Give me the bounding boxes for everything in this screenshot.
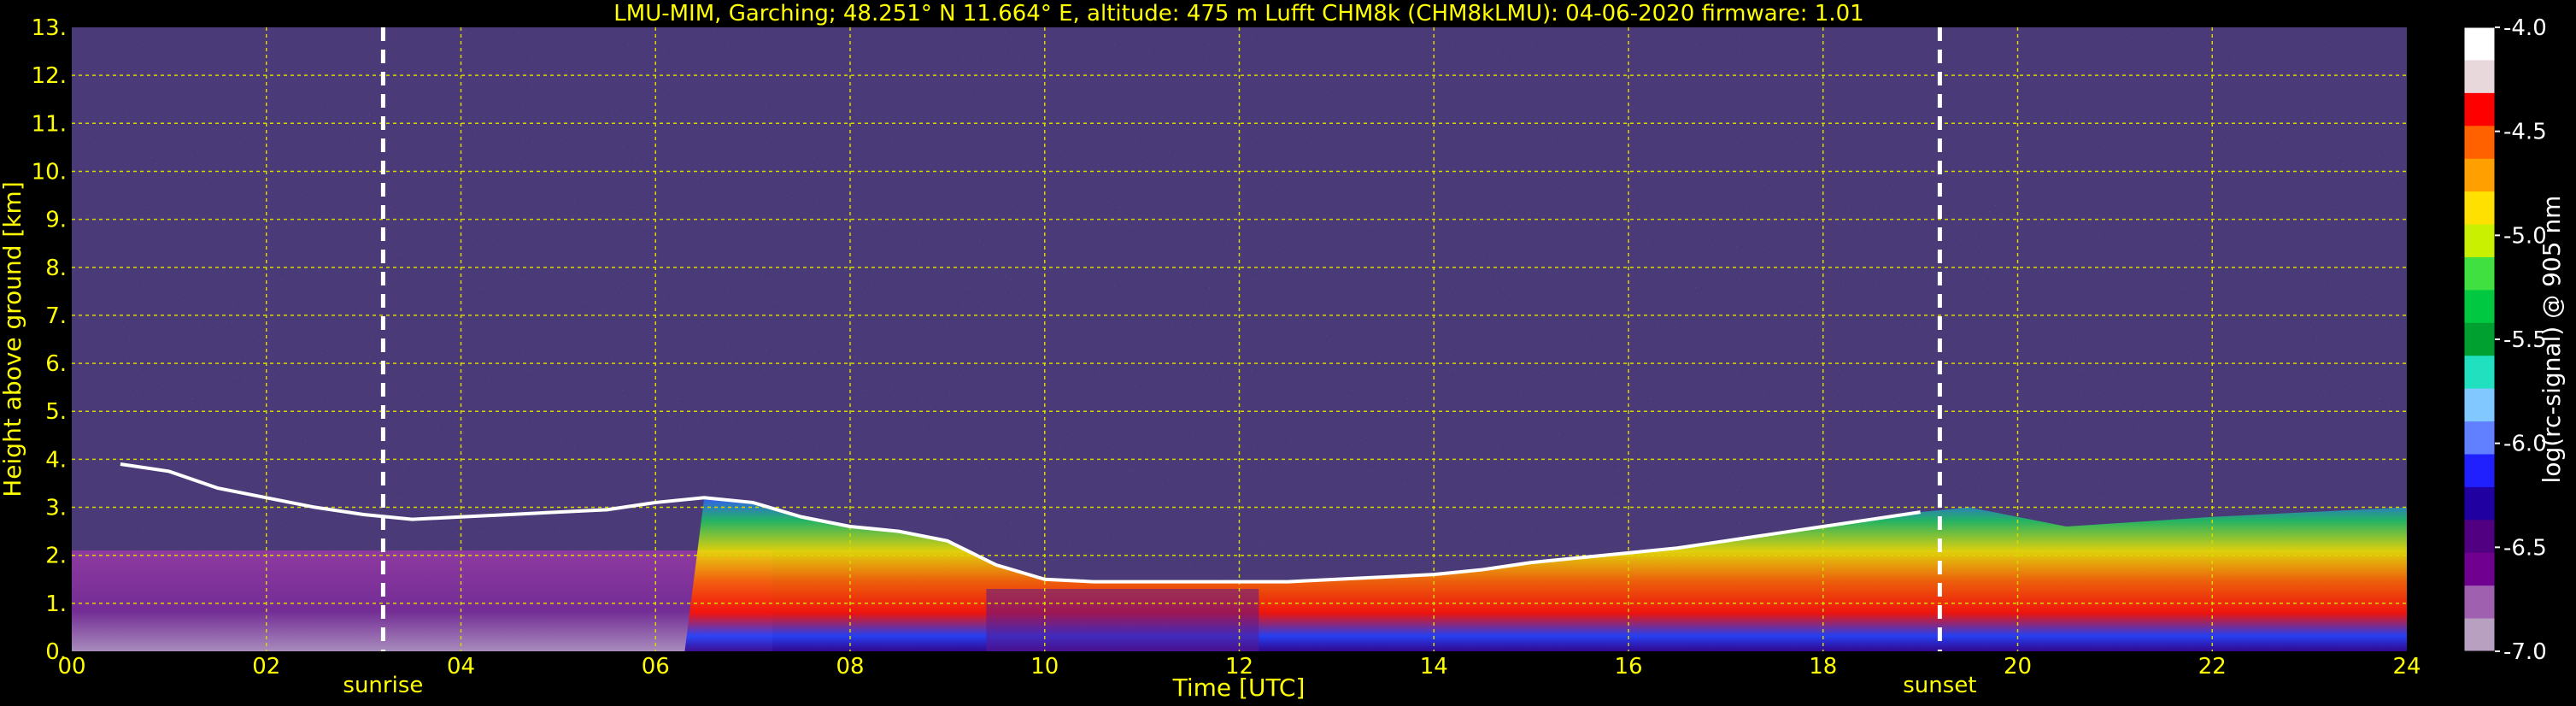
colorbar-tick-label: -6.5 bbox=[2503, 535, 2547, 561]
boundary-layer-fill bbox=[72, 550, 772, 651]
colorbar bbox=[2463, 26, 2496, 652]
chart-title: LMU-MIM, Garching; 48.251° N 11.664° E, … bbox=[613, 1, 1863, 26]
x-tick-label: 22 bbox=[2198, 654, 2227, 680]
x-tick-label: 10 bbox=[1030, 654, 1059, 680]
sunrise-label: sunrise bbox=[343, 673, 423, 698]
colorbar-swatch bbox=[2464, 421, 2495, 455]
y-tick-label: 1. bbox=[45, 591, 67, 617]
ceilometer-chart: LMU-MIM, Garching; 48.251° N 11.664° E, … bbox=[0, 1, 2566, 702]
colorbar-swatch bbox=[2464, 158, 2495, 192]
x-tick-label: 12 bbox=[1225, 654, 1253, 680]
y-tick-label: 12. bbox=[32, 63, 67, 89]
colorbar-tick-label: -4.0 bbox=[2503, 15, 2547, 41]
y-tick-label: 7. bbox=[45, 303, 67, 329]
y-axis-label: Height above ground [km] bbox=[0, 181, 26, 497]
y-tick-label: 9. bbox=[45, 208, 67, 233]
colorbar-swatch bbox=[2464, 454, 2495, 488]
colorbar-label: log(rc-signal) @ 905 nm bbox=[2538, 196, 2566, 484]
x-tick-label: 18 bbox=[1809, 654, 1837, 680]
y-tick-label: 0. bbox=[45, 639, 67, 665]
colorbar-swatch bbox=[2464, 520, 2495, 554]
x-tick-label: 24 bbox=[2392, 654, 2421, 680]
colorbar-swatch bbox=[2464, 322, 2495, 356]
colorbar-swatch bbox=[2464, 388, 2495, 422]
y-tick-label: 10. bbox=[32, 159, 67, 185]
x-tick-label: 20 bbox=[2004, 654, 2032, 680]
colorbar-tick-label: -4.5 bbox=[2503, 120, 2547, 145]
x-tick-label: 16 bbox=[1614, 654, 1642, 680]
colorbar-swatch bbox=[2464, 552, 2495, 586]
y-tick-label: 8. bbox=[45, 256, 67, 281]
x-tick-label: 02 bbox=[252, 654, 280, 680]
x-tick-label: 04 bbox=[447, 654, 475, 680]
colorbar-swatch bbox=[2464, 191, 2495, 226]
colorbar-swatch bbox=[2464, 27, 2495, 61]
x-tick-label: 06 bbox=[642, 654, 670, 680]
y-tick-label: 11. bbox=[32, 111, 67, 137]
y-tick-label: 4. bbox=[45, 447, 67, 473]
y-tick-label: 3. bbox=[45, 496, 67, 521]
y-tick-label: 6. bbox=[45, 351, 67, 377]
colorbar-swatch bbox=[2464, 256, 2495, 291]
x-tick-label: 08 bbox=[836, 654, 864, 680]
y-tick-label: 13. bbox=[32, 15, 67, 41]
colorbar-swatch bbox=[2464, 356, 2495, 390]
y-tick-label: 2. bbox=[45, 544, 67, 569]
colorbar-swatch bbox=[2464, 618, 2495, 652]
colorbar-swatch bbox=[2464, 585, 2495, 620]
colorbar-swatch bbox=[2464, 126, 2495, 160]
y-tick-label: 5. bbox=[45, 399, 67, 425]
low-signal-fill bbox=[986, 589, 1259, 651]
colorbar-swatch bbox=[2464, 290, 2495, 324]
colorbar-swatch bbox=[2464, 60, 2495, 94]
colorbar-swatch bbox=[2464, 486, 2495, 521]
colorbar-tick-label: -7.0 bbox=[2503, 639, 2547, 665]
sunset-label: sunset bbox=[1903, 673, 1976, 698]
colorbar-swatch bbox=[2464, 224, 2495, 258]
x-tick-label: 14 bbox=[1420, 654, 1448, 680]
annotations: sunrise sunset bbox=[343, 673, 1976, 698]
y-tick-labels: 0. 1. 2. 3. 4. 5. 6. 7. 8. 9. 10. 11. 12. 13. bbox=[32, 15, 67, 665]
colorbar-swatch bbox=[2464, 92, 2495, 126]
